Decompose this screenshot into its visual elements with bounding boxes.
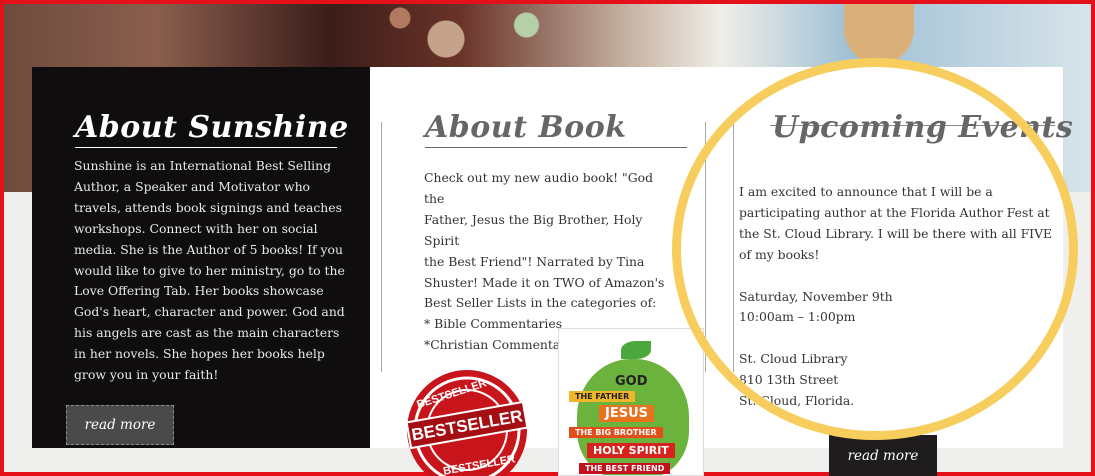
cover-holy-spirit-label: HOLY SPIRIT: [587, 443, 675, 458]
about-book-line-4: Shuster! Made it on TWO of Amazon's: [424, 274, 665, 290]
about-sunshine-read-more-button[interactable]: read more: [66, 405, 174, 445]
column-divider: [381, 122, 382, 372]
angel-figure-image: [844, 4, 914, 64]
about-book-line-5: Best Seller Lists in the categories of:: [424, 295, 657, 311]
apple-leaf-icon: [621, 341, 651, 359]
cover-best-friend-label: THE BEST FRIEND: [579, 463, 671, 474]
cover-god-label: GOD: [615, 374, 648, 389]
about-book-heading: About Book: [425, 110, 627, 145]
upcoming-events-read-more-button[interactable]: read more: [829, 435, 937, 476]
flowers-decoration: [354, 4, 584, 74]
book-cover-image: GOD THE FATHER JESUS THE BIG BROTHER HOL…: [558, 328, 704, 476]
about-book-underline: [425, 147, 687, 148]
highlight-circle-annotation: [672, 58, 1078, 440]
bestseller-badge-image: BESTSELLER BESTSELLER BESTSELLER: [405, 370, 529, 476]
cover-big-brother-label: THE BIG BROTHER: [569, 427, 663, 438]
cover-jesus-label: JESUS: [599, 405, 654, 422]
about-sunshine-underline: [75, 147, 337, 148]
cover-the-father-label: THE FATHER: [569, 391, 636, 402]
about-sunshine-heading: About Sunshine: [75, 110, 349, 145]
about-book-line-2: Father, Jesus the Big Brother, Holy Spir…: [424, 211, 643, 248]
about-sunshine-text: Sunshine is an International Best Sellin…: [74, 158, 345, 383]
about-book-line-1: Check out my new audio book! "God the: [424, 170, 654, 206]
about-book-line-3: the Best Friend"! Narrated by Tina: [424, 253, 645, 269]
